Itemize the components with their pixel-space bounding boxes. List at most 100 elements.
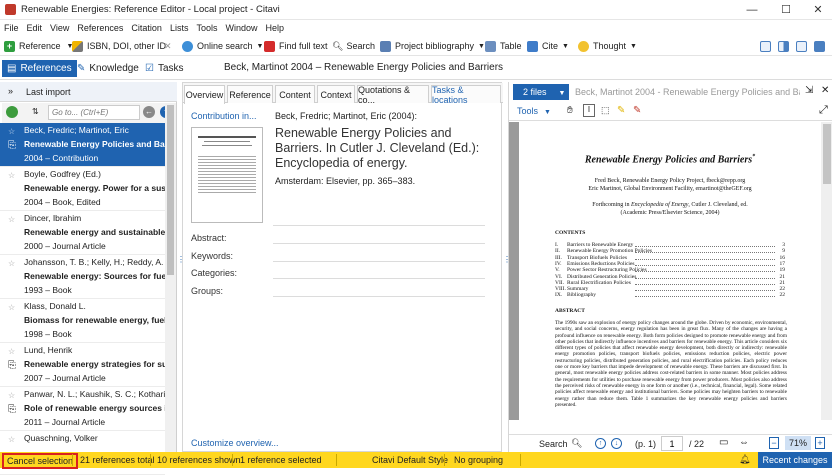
reference-row[interactable]: ☆ ⎘ Beck, Fredric; Martinot, Eric Renewable… xyxy=(0,123,165,167)
pdf-search-label[interactable]: Search xyxy=(539,439,568,449)
tab-context[interactable]: Context xyxy=(317,85,355,103)
text-select-icon[interactable]: I xyxy=(583,104,595,117)
online-search-button[interactable]: Online search ▼ xyxy=(182,39,263,53)
grouping[interactable]: No grouping xyxy=(454,455,503,465)
vertical-scrollbar[interactable] xyxy=(165,103,176,452)
pdf-scrollbar[interactable] xyxy=(821,122,832,420)
fit-page-icon[interactable]: ▭ xyxy=(719,437,728,448)
page-total: / 22 xyxy=(689,439,705,449)
highlighter-icon[interactable]: ✎ xyxy=(617,105,625,116)
right-splitter[interactable]: ⋮ xyxy=(503,255,511,271)
reference-row[interactable]: ☆ ⎘ Panwar, N. L.; Kaushik, S. C.; Kothari… xyxy=(0,387,165,431)
pdf-viewport[interactable]: Renewable Energy Policies and Barriers* … xyxy=(509,122,832,420)
cite-button[interactable]: Cite ▼ xyxy=(527,39,569,53)
tab-reference[interactable]: Reference xyxy=(227,85,273,103)
tools-dropdown[interactable]: Tools ▼ xyxy=(517,106,551,116)
layout-split-button[interactable] xyxy=(778,39,793,53)
isbn-doi-button[interactable]: ISBN, DOI, other ID xyxy=(72,39,166,53)
filter-icon[interactable] xyxy=(6,106,18,118)
contribution-in-link[interactable]: Contribution in... xyxy=(191,111,257,121)
fullscreen-icon[interactable]: ⤢ xyxy=(819,104,828,117)
search-icon[interactable]: 🔍︎ xyxy=(571,438,582,449)
table-button[interactable]: Table xyxy=(485,39,522,53)
page-number-input[interactable] xyxy=(661,436,683,451)
menu-window[interactable]: Window xyxy=(221,20,261,36)
menu-citation[interactable]: Citation xyxy=(127,20,166,36)
tab-knowledge[interactable]: ✎ Knowledge xyxy=(72,60,144,77)
layout-full-button[interactable] xyxy=(814,39,829,53)
flag-icon[interactable]: ☆ xyxy=(8,301,15,315)
abstract-field[interactable] xyxy=(273,243,485,244)
menu-edit[interactable]: Edit xyxy=(23,20,47,36)
groups-field[interactable] xyxy=(273,296,485,297)
files-dropdown[interactable]: 2 files ▼ xyxy=(513,84,569,100)
fit-width-icon[interactable]: ⇔ xyxy=(739,437,749,448)
menu-references[interactable]: References xyxy=(73,20,127,36)
toc-entry: VII. Rural Electrification Policies 21 xyxy=(555,280,785,286)
flag-icon[interactable]: ☆ xyxy=(8,213,15,227)
close-preview-icon[interactable]: ✕ xyxy=(821,85,829,96)
toc-leader xyxy=(635,296,775,298)
tab-overview[interactable]: Overview xyxy=(184,85,225,104)
tab-tasks[interactable]: ☑ Tasks xyxy=(140,60,189,77)
tab-content[interactable]: Content xyxy=(275,85,315,103)
zoom-in-icon[interactable]: + xyxy=(815,437,825,449)
flag-icon[interactable]: ☆ xyxy=(8,257,15,271)
cancel-selection-button[interactable]: Cancel selection xyxy=(2,453,79,469)
layout-icon xyxy=(778,40,789,52)
reference-row[interactable]: ☆ Boyle, Godfrey (Ed.) Renewable energy. P… xyxy=(0,167,165,211)
tab-references[interactable]: ▤ References xyxy=(2,60,77,77)
zoom-level[interactable]: 71% xyxy=(785,436,811,450)
bell-icon[interactable]: 🔔︎ xyxy=(739,454,750,465)
left-splitter[interactable]: ⋮ xyxy=(177,255,185,271)
reference-row[interactable]: ☆ Johansson, T. B.; Kelly, H.; Reddy, A. … xyxy=(0,255,165,299)
layout-triple-button[interactable] xyxy=(796,39,811,53)
tab-tasks-locations[interactable]: Tasks & locations xyxy=(431,85,501,105)
project-bibliography-button[interactable]: Project bibliography ▼ xyxy=(380,39,485,53)
pin-icon[interactable]: ⇲ xyxy=(805,85,813,96)
page-up-icon[interactable]: ↑ xyxy=(595,438,606,449)
citation-style[interactable]: Citavi Default Style xyxy=(372,455,448,465)
sort-icon[interactable]: ⇅ xyxy=(32,107,39,116)
flag-icon[interactable]: ☆ xyxy=(8,169,15,183)
page-down-icon[interactable]: ↓ xyxy=(611,438,622,449)
menu-lists[interactable]: Lists xyxy=(166,20,193,36)
layout-single-button[interactable] xyxy=(760,39,775,53)
delete-button[interactable]: ✕ xyxy=(164,39,172,53)
categories-field[interactable] xyxy=(273,278,485,279)
menu-view[interactable]: View xyxy=(46,20,73,36)
pdf-scroll-thumb[interactable] xyxy=(823,124,831,184)
maximize-button[interactable]: ☐ xyxy=(770,0,802,20)
minimize-button[interactable]: — xyxy=(736,0,768,20)
zoom-out-icon[interactable]: − xyxy=(769,437,779,449)
menu-file[interactable]: File xyxy=(0,20,23,36)
back-arrow-icon[interactable]: ← xyxy=(143,106,155,118)
reference-row[interactable]: ☆ Dincer, Ibrahim Renewable energy and sus… xyxy=(0,211,165,255)
thought-button[interactable]: Thought ▼ xyxy=(578,39,637,53)
flag-icon[interactable]: ☆ xyxy=(8,389,15,403)
scroll-thumb[interactable] xyxy=(167,105,174,275)
keywords-field[interactable] xyxy=(273,261,485,262)
toc-title: Barriers to Renewable Energy xyxy=(567,242,634,248)
toc-number: V. xyxy=(555,267,560,274)
recent-changes-button[interactable]: Recent changes xyxy=(758,452,832,468)
find-full-text-button[interactable]: Find full text xyxy=(264,39,328,53)
collapse-icon[interactable]: » xyxy=(8,86,13,96)
hand-tool-icon[interactable]: ✋︎ xyxy=(567,105,573,116)
reference-title: Renewable energy strategies for susta xyxy=(24,359,165,369)
close-button[interactable]: ✕ xyxy=(802,0,832,20)
menu-tools[interactable]: Tools xyxy=(192,20,221,36)
reference-row[interactable]: ☆ ⎘ Lund, Henrik Renewable energy strategie… xyxy=(0,343,165,387)
reference-row[interactable]: ☆ Klass, Donald L. Biomass for renewable e… xyxy=(0,299,165,343)
flag-icon[interactable]: ☆ xyxy=(8,433,15,447)
customize-overview-link[interactable]: Customize overview... xyxy=(191,438,279,448)
menu-help[interactable]: Help xyxy=(261,20,288,36)
goto-input[interactable] xyxy=(48,105,140,120)
red-pen-icon[interactable]: ✎ xyxy=(633,105,641,116)
flag-icon[interactable]: ☆ xyxy=(8,125,15,139)
add-reference-button[interactable]: + Reference ▼ xyxy=(4,39,73,53)
flag-icon[interactable]: ☆ xyxy=(8,345,15,359)
search-button[interactable]: 🔍︎ Search xyxy=(332,39,375,53)
crop-icon[interactable]: ⬚ xyxy=(601,105,610,116)
tab-quotations[interactable]: Quotations & co... xyxy=(357,85,429,105)
